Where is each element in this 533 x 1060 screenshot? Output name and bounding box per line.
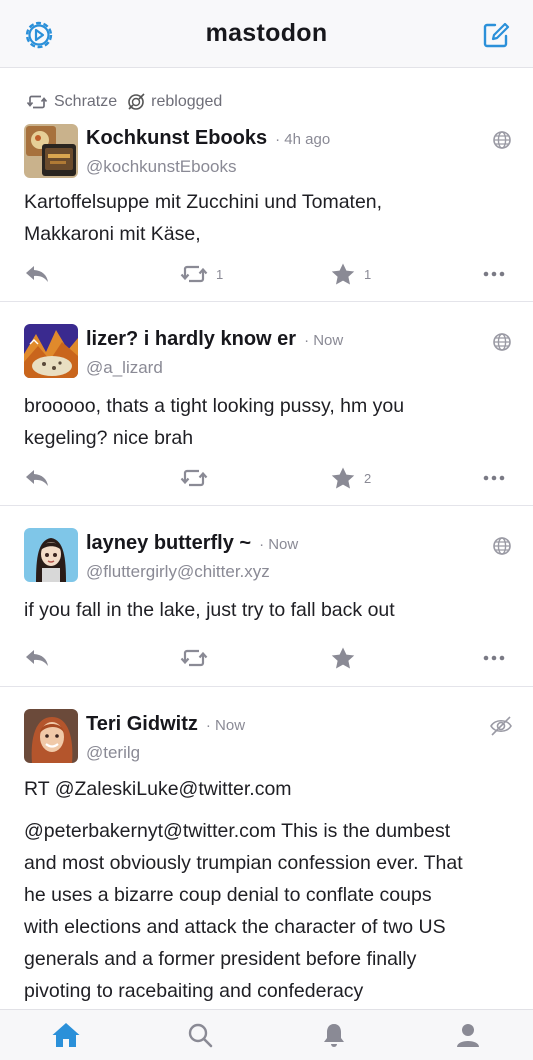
- more-icon: [483, 475, 505, 481]
- content-line: kegeling? nice brah: [24, 427, 194, 449]
- reblogger-avatar[interactable]: [125, 91, 147, 113]
- tab-profile[interactable]: [451, 1018, 485, 1052]
- tab-search[interactable]: [183, 1018, 217, 1052]
- home-icon: [52, 1023, 80, 1047]
- reblog-label: reblogged: [151, 93, 223, 110]
- profile-icon: [457, 1024, 479, 1047]
- content-line: and most obviously trumpian confession e…: [24, 852, 463, 874]
- content-line: if you fall in the lake, just try to fal…: [24, 599, 395, 621]
- status-content: if you fall in the lake, just try to fal…: [24, 594, 513, 626]
- timestamp: · Now: [205, 717, 246, 734]
- eye-icon: [490, 716, 512, 736]
- status-content: Kartoffelsuppe mit Zucchini und Tomaten,…: [24, 186, 513, 250]
- compose-button[interactable]: [481, 20, 511, 50]
- timestamp: · Now: [259, 536, 299, 553]
- tab-home[interactable]: [49, 1018, 83, 1052]
- boost-button[interactable]: [180, 463, 216, 493]
- compose-icon: [483, 22, 510, 48]
- status-actions: 1 1: [0, 259, 533, 289]
- status-card[interactable]: lizer? i hardly know er · Now @a_lizard …: [0, 302, 533, 506]
- status-card[interactable]: Teri Gidwitz · Now @terilg RT @ZaleskiLu…: [0, 687, 533, 1009]
- timestamp: · Now: [304, 332, 344, 349]
- tab-bar: [0, 1009, 533, 1060]
- favourite-button[interactable]: [330, 643, 356, 673]
- home-timeline[interactable]: Schratze reblogged Kochkunst Ebooks · 4h…: [0, 69, 533, 1009]
- content-line: @peterbakernyt@twitter.com This is the d…: [24, 820, 451, 842]
- content-line: generals and a former president before f…: [24, 948, 417, 970]
- display-name[interactable]: Kochkunst Ebooks: [86, 127, 267, 150]
- settings-button[interactable]: [24, 20, 54, 50]
- boost-icon: [180, 469, 208, 487]
- boost-button[interactable]: 1: [180, 259, 223, 289]
- account-handle[interactable]: @fluttergirly@chitter.xyz: [86, 562, 270, 582]
- settings-icon: [25, 21, 53, 49]
- globe-icon: [493, 537, 511, 555]
- author-row: lizer? i hardly know er · Now: [86, 328, 343, 351]
- status-actions: 2: [0, 463, 533, 493]
- reply-icon: [26, 266, 48, 282]
- reblogger-name[interactable]: Schratze: [54, 93, 117, 111]
- more-button[interactable]: [483, 463, 505, 493]
- content-line: Makkaroni mit Käse,: [24, 223, 201, 245]
- reply-button[interactable]: [24, 643, 50, 673]
- content-line: pivoting to racebaiting and confederacy: [24, 980, 364, 1002]
- favourite-count: 2: [364, 470, 372, 486]
- status-card[interactable]: layney butterfly ~ · Now @fluttergirly@c…: [0, 506, 533, 687]
- status-content: RT @ZaleskiLuke@twitter.com @peterbakern…: [24, 757, 513, 1007]
- tab-notifications[interactable]: [317, 1018, 351, 1052]
- timestamp: · 4h ago: [275, 131, 331, 148]
- content-line: Kartoffelsuppe mit Zucchini und Tomaten,: [24, 191, 383, 213]
- favourite-count: 1: [364, 266, 372, 282]
- favourite-button[interactable]: 2: [330, 463, 371, 493]
- notifications-icon: [324, 1024, 344, 1047]
- avatar[interactable]: [24, 709, 78, 763]
- status-actions: [0, 643, 533, 673]
- account-handle[interactable]: @kochkunstEbooks: [86, 157, 237, 177]
- content-line: he uses a bizarre coup denial to conflat…: [24, 884, 432, 906]
- globe-icon: [493, 333, 511, 351]
- content-line: RT @ZaleskiLuke@twitter.com: [24, 778, 292, 800]
- star-icon: [331, 647, 355, 669]
- display-name[interactable]: layney butterfly ~: [86, 532, 251, 555]
- more-button[interactable]: [483, 259, 505, 289]
- search-icon: [188, 1023, 213, 1048]
- top-bar: mastodon: [0, 0, 533, 68]
- more-icon: [483, 271, 505, 277]
- reply-button[interactable]: [24, 259, 50, 289]
- boost-icon: [180, 649, 208, 667]
- avatar[interactable]: [24, 324, 78, 378]
- author-row: Teri Gidwitz · Now: [86, 713, 245, 736]
- reply-icon: [26, 650, 48, 666]
- star-icon: [331, 467, 355, 489]
- boost-button[interactable]: [180, 643, 208, 673]
- avatar[interactable]: [24, 528, 78, 582]
- avatar[interactable]: [24, 124, 78, 178]
- reply-icon: [26, 470, 48, 486]
- author-row: Kochkunst Ebooks · 4h ago: [86, 127, 330, 150]
- boost-icon: [180, 265, 208, 283]
- status-card[interactable]: Schratze reblogged Kochkunst Ebooks · 4h…: [0, 69, 533, 302]
- author-row: layney butterfly ~ · Now: [86, 532, 298, 555]
- reblog-indicator: Schratze reblogged: [26, 91, 222, 113]
- display-name[interactable]: lizer? i hardly know er: [86, 328, 296, 351]
- more-icon: [483, 655, 505, 661]
- star-icon: [331, 263, 355, 285]
- boost-count: 1: [216, 266, 224, 282]
- account-handle[interactable]: @a_lizard: [86, 358, 163, 378]
- globe-icon: [493, 131, 511, 149]
- more-button[interactable]: [483, 643, 505, 673]
- favourite-button[interactable]: 1: [330, 259, 371, 289]
- display-name[interactable]: Teri Gidwitz: [86, 713, 198, 736]
- content-line: with elections and attack the character …: [24, 916, 446, 938]
- reply-button[interactable]: [24, 463, 50, 493]
- content-line: brooooo, thats a tight looking pussy, hm…: [24, 395, 405, 417]
- boost-icon: [26, 95, 48, 109]
- app-title: mastodon: [205, 19, 328, 47]
- status-content: brooooo, thats a tight looking pussy, hm…: [24, 390, 513, 454]
